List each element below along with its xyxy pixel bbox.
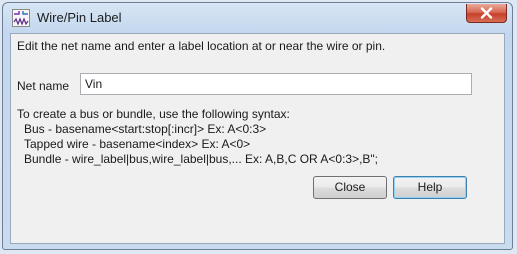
net-name-input[interactable] bbox=[80, 73, 472, 95]
close-window-button[interactable] bbox=[466, 4, 507, 23]
title-bar[interactable]: Wire/Pin Label bbox=[3, 3, 512, 33]
close-button[interactable]: Close bbox=[313, 176, 387, 199]
window-title: Wire/Pin Label bbox=[37, 10, 122, 25]
help-button[interactable]: Help bbox=[393, 176, 467, 199]
wire-pin-app-icon bbox=[12, 9, 30, 27]
syntax-tapped-wire-line: Tapped wire - basename<index> Ex: A<0> bbox=[24, 137, 251, 151]
syntax-bus-line: Bus - basename<start:stop[:incr]> Ex: A<… bbox=[24, 122, 267, 136]
net-name-label: Net name bbox=[17, 79, 70, 93]
syntax-bundle-line: Bundle - wire_label|bus,wire_label|bus,.… bbox=[24, 152, 379, 166]
close-x-icon bbox=[480, 7, 493, 19]
instruction-text: Edit the net name and enter a label loca… bbox=[17, 39, 386, 53]
syntax-help-title: To create a bus or bundle, use the follo… bbox=[17, 107, 290, 121]
